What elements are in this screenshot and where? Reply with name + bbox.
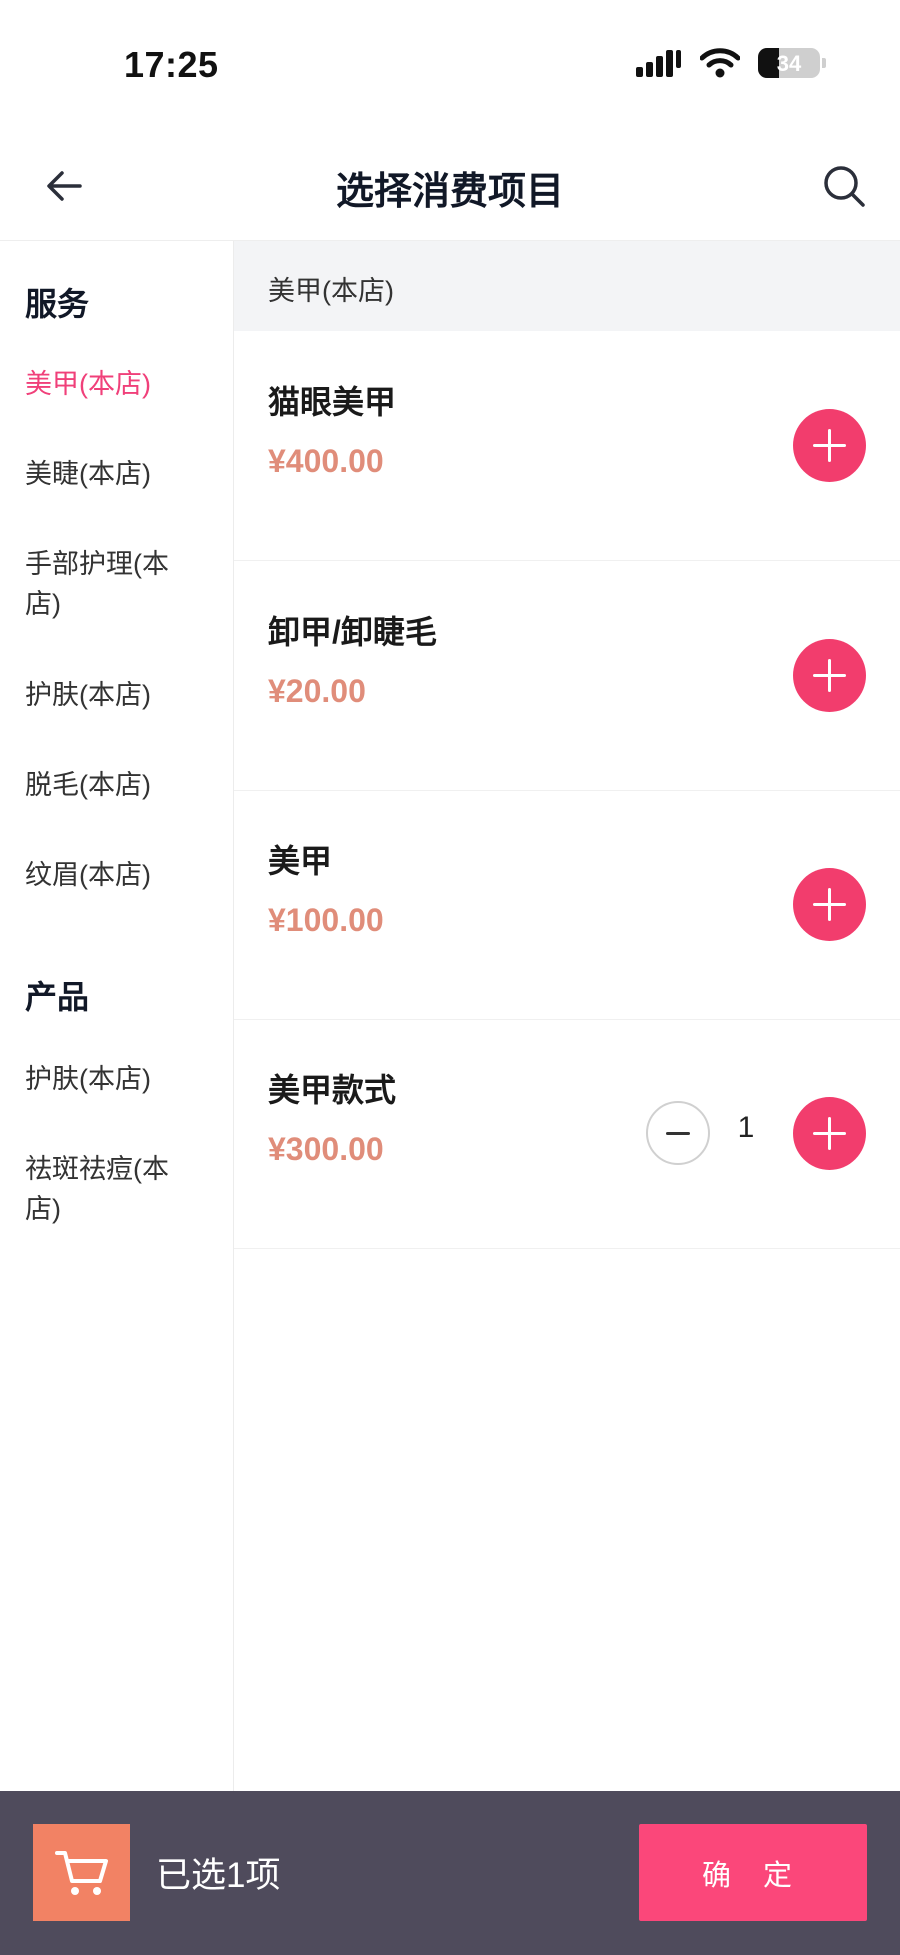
quantity-value: 1 [737,1111,755,1144]
status-icons: 34 [636,48,826,78]
selected-count: 已选1项 [156,1856,281,1895]
bottom-bar: 已选1项 确 定 [0,1791,900,1955]
product-price: ¥100.00 [268,902,384,938]
product-item: 卸甲/卸睫毛 ¥20.00 [234,561,900,791]
battery-level: 34 [776,51,802,76]
wifi-icon [700,48,740,78]
product-name: 美甲款式 [268,1072,397,1108]
status-bar: 17:25 34 [0,0,900,130]
sidebar-item-product-skincare[interactable]: 护肤(本店) [25,1059,195,1099]
search-button[interactable] [814,156,874,216]
signal-icon [636,50,681,77]
cart-icon [54,1850,108,1895]
product-list: 美甲(本店) 猫眼美甲 ¥400.00 卸甲/卸睫毛 ¥20.00 美甲 ¥10… [234,241,900,1791]
section-header: 美甲(本店) [234,241,900,331]
status-time: 17:25 [124,44,219,85]
product-price: ¥400.00 [268,443,384,479]
minus-button[interactable] [646,1101,710,1165]
add-button[interactable] [793,409,866,482]
confirm-button[interactable]: 确 定 [639,1824,867,1921]
sidebar-item-manicure[interactable]: 美甲(本店) [25,364,195,404]
product-name: 猫眼美甲 [268,384,397,420]
add-button[interactable] [793,868,866,941]
product-price: ¥300.00 [268,1131,384,1167]
battery-icon: 34 [758,48,826,78]
sidebar-item-hair-removal[interactable]: 脱毛(本店) [25,765,195,805]
product-item: 美甲款式 ¥300.00 1 [234,1019,900,1249]
sidebar-item-eyelash[interactable]: 美睫(本店) [25,454,195,494]
product-name: 卸甲/卸睫毛 [268,614,437,650]
product-item: 美甲 ¥100.00 [234,790,900,1020]
nav-header: 选择消费项目 [0,130,900,241]
category-sidebar: 服务 美甲(本店) 美睫(本店) 手部护理(本店) 护肤(本店) 脱毛(本店) … [0,241,234,1791]
product-name: 美甲 [268,843,333,879]
product-price: ¥20.00 [268,673,366,709]
sidebar-item-acne-spot[interactable]: 祛斑祛痘(本店) [25,1149,195,1229]
add-button[interactable] [793,1097,866,1170]
sidebar-item-eyebrow[interactable]: 纹眉(本店) [25,855,195,895]
sidebar-group-services: 服务 [25,286,90,322]
product-item: 猫眼美甲 ¥400.00 [234,331,900,561]
search-icon [824,166,865,207]
section-title: 美甲(本店) [268,276,394,306]
sidebar-item-skincare[interactable]: 护肤(本店) [25,675,195,715]
sidebar-item-hand-care[interactable]: 手部护理(本店) [25,544,195,624]
sidebar-group-products: 产品 [25,979,90,1015]
add-button[interactable] [793,639,866,712]
cart-button[interactable] [33,1824,130,1921]
page-title: 选择消费项目 [335,171,564,213]
